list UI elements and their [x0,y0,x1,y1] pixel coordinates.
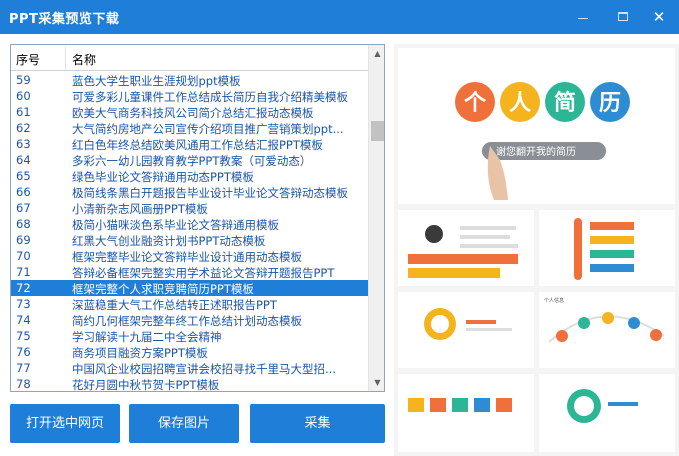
list-item[interactable]: 65 绿色毕业论文答辩通用动态PPT模板 [11,168,368,184]
column-divider [65,47,66,69]
list-item[interactable]: 72 框架完整个人求职竞聘简历PPT模板 [11,280,368,296]
list-item[interactable]: 74 简约几何框架完整年终工作总结计划动态模板 [11,312,368,328]
item-name: 中国风企业校园招聘宣讲会校招寻找千里马大型招... [72,362,336,376]
preview-image: 个人简历 谢您翻开我的简历 个人信息 [394,44,679,456]
cover-char: 个 [464,91,487,116]
column-header-name[interactable]: 名称 [72,51,96,68]
scroll-up-button[interactable]: ▲ [369,45,384,62]
item-name: 大气简约房地产公司宣传介绍项目推广营销策划ppt... [72,122,344,136]
scroll-thumb[interactable] [371,121,384,141]
item-name: 多彩六一幼儿园教育教学PPT教案（可爱动态） [72,154,312,168]
slide-thumb-skills [398,374,534,452]
item-number: 74 [16,313,31,327]
item-number: 62 [16,121,31,135]
list-item[interactable]: 61 欧美大气商务科技风公司简介总结汇报动态模板 [11,104,368,120]
item-number: 70 [16,249,31,263]
slide-thumb-self-assessment [539,374,675,452]
maximize-icon [618,12,628,21]
cover-subtitle: 谢您翻开我的简历 [496,145,576,158]
item-number: 64 [16,153,31,167]
list-item[interactable]: 71 答辩必备框架完整实用学术益论文答辩开题报告PPT [11,264,368,280]
list-item[interactable]: 67 小清新杂志风画册PPT模板 [11,200,368,216]
template-list[interactable]: 序号 名称 59 蓝色大学生职业生涯规划ppt模板 60 可爱多彩儿童课件工作总结成长… [10,44,385,392]
item-name: 深蓝稳重大气工作总结转正述职报告PPT [72,298,277,312]
item-number: 59 [16,73,31,87]
item-number: 67 [16,201,31,215]
item-name: 学习解读十九届二中全会精神 [72,330,222,344]
list-item[interactable]: 63 红白色年终总结欧美风通用工作总结汇报PPT模板 [11,136,368,152]
item-number: 72 [16,281,31,295]
maximize-button[interactable] [612,6,634,28]
list-item[interactable]: 62 大气简约房地产公司宣传介绍项目推广营销策划ppt... [11,120,368,136]
item-number: 76 [16,345,31,359]
column-header-no[interactable]: 序号 [16,51,40,68]
item-name: 蓝色大学生职业生涯规划ppt模板 [72,74,241,88]
slide-thumb-timeline [539,210,675,286]
list-item[interactable]: 76 商务项目融资方案PPT模板 [11,344,368,360]
item-name: 可爱多彩儿童课件工作总结成长简历自我介绍精美模板 [72,90,348,104]
item-number: 78 [16,377,31,391]
preview-panel: 个人简历 谢您翻开我的简历 个人信息 [394,44,679,456]
item-number: 61 [16,105,31,119]
list-item[interactable]: 64 多彩六一幼儿园教育教学PPT教案（可爱动态） [11,152,368,168]
item-number: 63 [16,137,31,151]
cover-slide [398,48,675,204]
item-name: 简约几何框架完整年终工作总结计划动态模板 [72,314,302,328]
slide-label: 个人信息 [544,297,564,304]
item-name: 极简小猫咪淡色系毕业论文答辩通用模板 [72,218,279,232]
minimize-button[interactable] [572,6,594,28]
item-number: 77 [16,361,31,375]
list-item[interactable]: 70 框架完整毕业论文答辩毕业设计通用动态模板 [11,248,368,264]
save-image-button[interactable]: 保存图片 [129,404,239,443]
cover-char: 历 [599,91,621,116]
item-name: 框架完整毕业论文答辩毕业设计通用动态模板 [72,250,302,264]
item-name: 红黑大气创业融资计划书PPT动态模板 [72,234,266,248]
list-item[interactable]: 60 可爱多彩儿童课件工作总结成长简历自我介绍精美模板 [11,88,368,104]
list-item[interactable]: 69 红黑大气创业融资计划书PPT动态模板 [11,232,368,248]
list-item[interactable]: 73 深蓝稳重大气工作总结转正述职报告PPT [11,296,368,312]
chevron-up-icon: ▲ [374,49,381,58]
open-selected-page-button[interactable]: 打开选中网页 [10,404,120,443]
list-header: 序号 名称 [11,45,368,71]
title-bar: PPT采集预览下载 ✕ [0,0,679,34]
item-number: 68 [16,217,31,231]
item-number: 75 [16,329,31,343]
item-name: 花好月圆中秋节贺卡PPT模板 [72,378,220,392]
list-item[interactable]: 59 蓝色大学生职业生涯规划ppt模板 [11,72,368,88]
cover-char: 简 [554,90,576,116]
close-button[interactable]: ✕ [648,6,670,28]
item-number: 69 [16,233,31,247]
item-name: 极简线条黑白开题报告毕业设计毕业论文答辩动态模板 [72,186,348,200]
collect-button[interactable]: 采集 [250,404,385,443]
item-number: 71 [16,265,31,279]
item-name: 小清新杂志风画册PPT模板 [72,202,208,216]
item-name: 商务项目融资方案PPT模板 [72,346,208,360]
item-name: 框架完整个人求职竞聘简历PPT模板 [72,282,254,296]
list-scrollbar[interactable]: ▲ ▼ [368,45,384,391]
list-item[interactable]: 75 学习解读十九届二中全会精神 [11,328,368,344]
list-item[interactable]: 68 极简小猫咪淡色系毕业论文答辩通用模板 [11,216,368,232]
cover-char: 人 [509,91,531,116]
item-number: 66 [16,185,31,199]
item-number: 65 [16,169,31,183]
item-number: 73 [16,297,31,311]
item-name: 欧美大气商务科技风公司简介总结汇报动态模板 [72,106,314,120]
chevron-down-icon: ▼ [374,378,381,387]
close-icon: ✕ [652,8,666,26]
minimize-icon [578,18,588,19]
item-number: 60 [16,89,31,103]
list-item[interactable]: 78 花好月圆中秋节贺卡PPT模板 [11,376,368,392]
window-title: PPT采集预览下载 [9,12,120,27]
item-name: 绿色毕业论文答辩通用动态PPT模板 [72,170,254,184]
scroll-down-button[interactable]: ▼ [369,374,384,391]
list-rows: 59 蓝色大学生职业生涯规划ppt模板 60 可爱多彩儿童课件工作总结成长简历自我介绍… [11,72,368,392]
list-item[interactable]: 66 极简线条黑白开题报告毕业设计毕业论文答辩动态模板 [11,184,368,200]
item-name: 答辩必备框架完整实用学术益论文答辩开题报告PPT [72,266,335,280]
item-name: 红白色年终总结欧美风通用工作总结汇报PPT模板 [72,138,323,152]
list-item[interactable]: 77 中国风企业校园招聘宣讲会校招寻找千里马大型招... [11,360,368,376]
